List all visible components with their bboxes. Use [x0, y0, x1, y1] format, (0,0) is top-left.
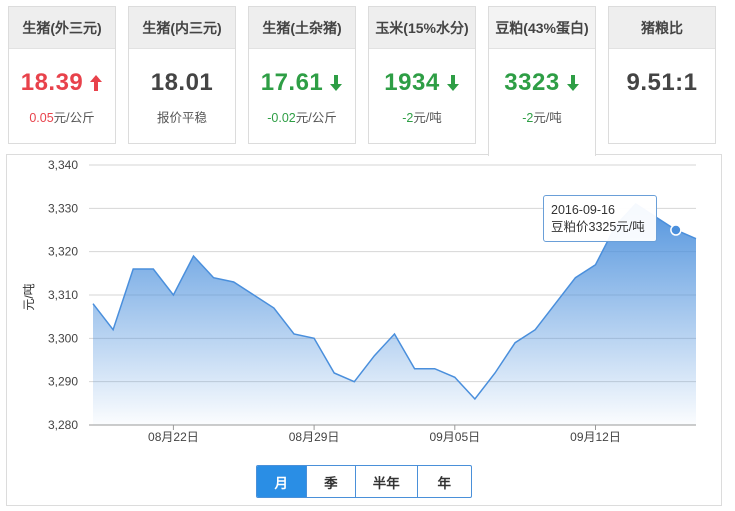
- data-point: [153, 268, 155, 270]
- y-tick-label: 3,330: [48, 201, 78, 215]
- tooltip-text: 豆粕价3325元/吨: [551, 220, 645, 234]
- data-point: [454, 377, 456, 379]
- x-tick-label: 08月22日: [148, 430, 199, 444]
- period-halfyear-button[interactable]: 半年: [355, 466, 416, 497]
- data-point: [575, 277, 577, 279]
- card-title: 豆粕(43%蛋白): [489, 7, 595, 49]
- data-point: [595, 264, 597, 266]
- data-point: [92, 303, 94, 305]
- data-point: [534, 329, 536, 331]
- price-value: 3323: [504, 69, 560, 96]
- y-tick-label: 3,320: [48, 245, 78, 259]
- arrow-down-icon: [566, 75, 579, 91]
- price-chart: 3,280 3,290 3,300 3,310 3,320 3,330 3,340 08月22…: [22, 158, 697, 444]
- data-point: [313, 338, 315, 340]
- data-point: [414, 368, 416, 370]
- highlighted-point: [670, 224, 682, 236]
- data-point: [494, 372, 496, 374]
- data-point: [374, 355, 376, 357]
- chart-tooltip: 2016-09-16 豆粕价3325元/吨: [543, 195, 657, 242]
- y-axis-label: 元/吨: [22, 283, 36, 310]
- data-point: [293, 333, 295, 335]
- data-point: [213, 277, 215, 279]
- change-value: -2: [522, 111, 534, 125]
- y-tick-label: 3,310: [48, 288, 78, 302]
- data-point: [474, 398, 476, 400]
- y-tick-label: 3,280: [48, 418, 78, 432]
- x-tick-label: 08月29日: [289, 430, 340, 444]
- data-point: [555, 303, 557, 305]
- data-point: [394, 333, 396, 335]
- y-tick-label: 3,300: [48, 331, 78, 345]
- period-month-button[interactable]: 月: [257, 466, 306, 497]
- data-point: [132, 268, 134, 270]
- data-point: [112, 329, 114, 331]
- card-change: -2元/吨: [489, 107, 595, 126]
- data-point: [253, 294, 255, 296]
- data-point: [173, 294, 175, 296]
- period-quarter-button[interactable]: 季: [305, 466, 356, 497]
- data-point: [695, 238, 697, 240]
- data-point: [273, 307, 275, 309]
- data-point: [434, 368, 436, 370]
- data-point: [233, 281, 235, 283]
- card-price: 3323: [489, 69, 595, 97]
- card-soymeal[interactable]: 豆粕(43%蛋白) 3323 -2元/吨: [488, 6, 596, 156]
- data-point: [354, 381, 356, 383]
- y-tick-label: 3,340: [48, 158, 78, 172]
- x-tick-label: 09月05日: [429, 430, 480, 444]
- data-point: [193, 255, 195, 257]
- period-year-button[interactable]: 年: [416, 466, 471, 497]
- data-point: [514, 342, 516, 344]
- data-point: [333, 372, 335, 374]
- tooltip-date: 2016-09-16: [551, 203, 615, 217]
- change-unit: 元/吨: [533, 111, 562, 125]
- y-tick-label: 3,290: [48, 375, 78, 389]
- period-selector: 月 季 半年 年: [256, 465, 472, 498]
- x-tick-label: 09月12日: [570, 430, 621, 444]
